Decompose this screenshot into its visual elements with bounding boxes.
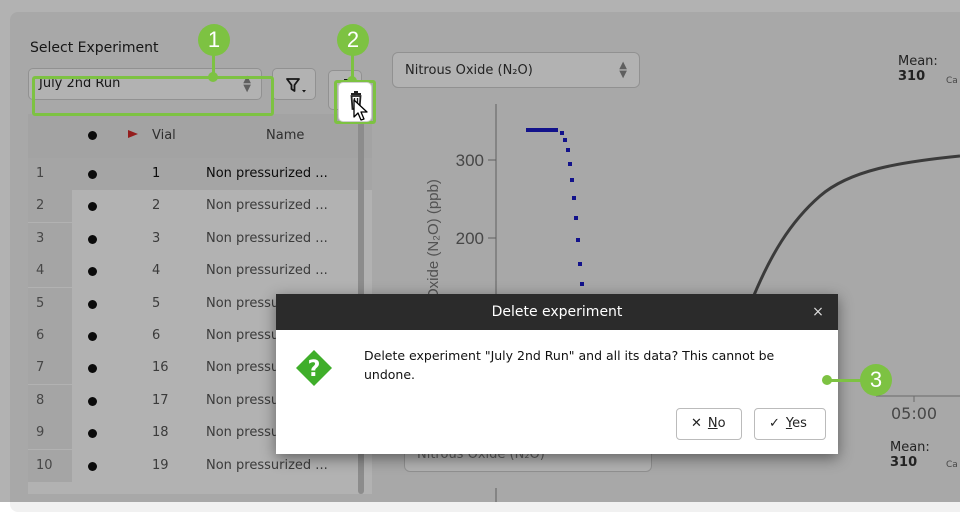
dialog-title: Delete experiment	[276, 294, 838, 330]
annotation-highlight-1	[32, 76, 274, 116]
dialog-message: Delete experiment "July 2nd Run" and all…	[364, 348, 775, 382]
annotation-badge-3: 3	[860, 364, 892, 396]
yes-rest: es	[792, 416, 807, 431]
close-icon[interactable]: ×	[810, 294, 826, 330]
annotation-badge-1: 1	[198, 24, 230, 56]
annotation-badge-2: 2	[337, 24, 369, 56]
mouse-cursor-icon	[353, 99, 368, 121]
question-icon: ?	[296, 350, 332, 386]
annotation-dot-1	[208, 72, 218, 82]
annotation-dot-3	[822, 375, 832, 385]
x-icon: ✕	[691, 416, 702, 431]
no-button[interactable]: ✕ No	[676, 408, 742, 440]
check-icon: ✓	[769, 416, 780, 431]
svg-text:?: ?	[308, 357, 321, 382]
delete-experiment-dialog: Delete experiment × ? Delete experiment …	[276, 294, 838, 454]
no-accel: N	[707, 416, 718, 431]
no-rest: o	[717, 416, 726, 431]
yes-button[interactable]: ✓ Yes	[754, 408, 826, 440]
